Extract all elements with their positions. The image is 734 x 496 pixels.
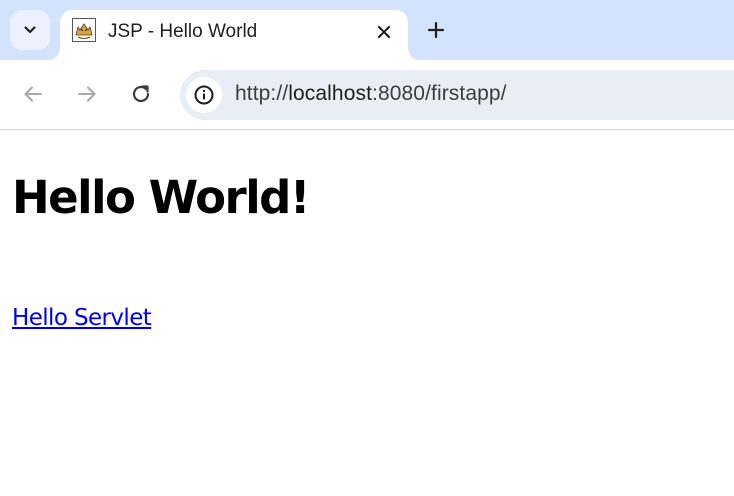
toolbar: http://localhost:8080/firstapp/ (0, 60, 734, 130)
browser-window: JSP - Hello World http://localhost:8080/… (0, 0, 734, 496)
tab-close-button[interactable] (370, 18, 398, 46)
tomcat-icon (72, 18, 96, 42)
new-tab-button[interactable] (420, 14, 452, 46)
page-title: Hello World! (12, 171, 310, 224)
tab-active[interactable]: JSP - Hello World (60, 10, 408, 60)
plus-icon (427, 21, 445, 39)
back-button[interactable] (17, 78, 49, 110)
arrow-left-icon (22, 83, 44, 105)
url-scheme: http:// (235, 82, 289, 105)
chevron-down-icon (22, 22, 38, 38)
address-bar[interactable]: http://localhost:8080/firstapp/ (180, 70, 734, 120)
forward-button[interactable] (71, 78, 103, 110)
close-icon (377, 25, 391, 39)
tab-search-button[interactable] (10, 10, 50, 50)
reload-icon (130, 83, 152, 105)
url-host: localhost (288, 82, 373, 105)
reload-button[interactable] (125, 78, 157, 110)
tab-strip: JSP - Hello World (0, 0, 734, 60)
arrow-right-icon (76, 83, 98, 105)
tab-title: JSP - Hello World (108, 21, 258, 42)
page-content: Hello World! Hello Servlet (0, 131, 734, 496)
url-path: :8080/firstapp/ (372, 82, 507, 105)
hello-servlet-link[interactable]: Hello Servlet (12, 305, 152, 331)
site-info-button[interactable] (186, 77, 222, 113)
url-text[interactable]: http://localhost:8080/firstapp/ (235, 82, 507, 106)
info-icon (193, 84, 215, 106)
